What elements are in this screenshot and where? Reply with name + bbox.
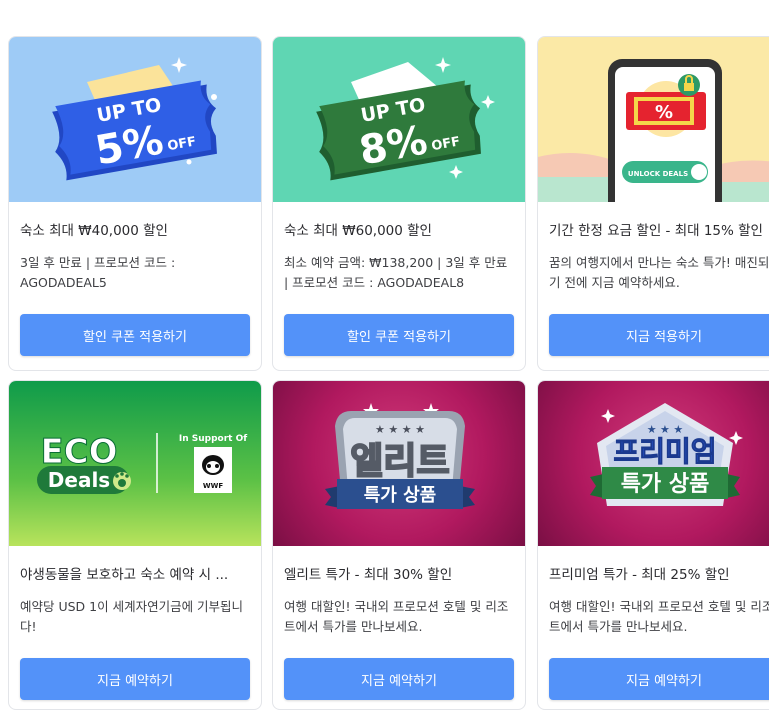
promo-title: 프리미엄 특가 - 최대 25% 할인 [549, 567, 730, 583]
promo-banner-5[interactable]: ★ ★ ★ ★ 엘리트 특가 상품 [273, 381, 525, 546]
promo-description: 예약당 USD 1이 세계자연기금에 기부됩니다! [20, 599, 244, 634]
in-support-of-label: In Support Of [179, 434, 247, 444]
button-label: 지금 예약하기 [97, 673, 173, 689]
book-now-button[interactable]: 지금 예약하기 [284, 658, 514, 700]
promo-banner-4[interactable]: ECO Deals In Support Of WWF [9, 381, 261, 546]
deals-text: Deals [48, 468, 110, 492]
unlock-deals-label: UNLOCK DEALS [628, 170, 688, 178]
promo-card-4[interactable]: ECO Deals In Support Of WWF 야생동물을 보호하고 숙… [8, 380, 262, 710]
coupon-ticket-illustration: UP TO 5% OFF [52, 57, 217, 181]
promo-card-5[interactable]: ★ ★ ★ ★ 엘리트 특가 상품 엘리트 특가 - 최대 30% 할인 여행 … [272, 380, 526, 710]
promo-description: 여행 대할인! 국내외 프로모션 호텔 및 리조트에서 특가를 만나보세요. [284, 599, 509, 634]
apply-coupon-button[interactable]: 할인 쿠폰 적용하기 [284, 314, 514, 356]
promo-title: 야생동물을 보호하고 숙소 예약 시 ... [20, 567, 229, 583]
apply-coupon-button[interactable]: 할인 쿠폰 적용하기 [20, 314, 250, 356]
panda-icon [202, 455, 224, 475]
phone-deals-illustration: % UNLOCK DEALS [538, 59, 769, 202]
button-label: 할인 쿠폰 적용하기 [83, 329, 187, 345]
promo-card-6[interactable]: ★ ★ ★ 프리미엄 특가 상품 프리미엄 특가 - 최대 25% 할인 여행 … [537, 380, 769, 710]
promo-banner-6[interactable]: ★ ★ ★ 프리미엄 특가 상품 [538, 381, 769, 546]
apply-now-button[interactable]: 지금 적용하기 [549, 314, 769, 356]
premium-heading: 프리미엄 [613, 435, 716, 468]
button-label: 지금 예약하기 [361, 673, 437, 689]
book-now-button[interactable]: 지금 예약하기 [20, 658, 250, 700]
promo-description: 3일 후 만료 | 프로모션 코드 : AGODADEAL5 [20, 255, 176, 290]
premium-subheading: 특가 상품 [621, 472, 710, 497]
promo-title: 숙소 최대 ₩40,000 할인 [20, 223, 168, 239]
button-label: 지금 적용하기 [626, 329, 702, 345]
elite-badge-illustration: ★ ★ ★ ★ 엘리트 특가 상품 [325, 403, 475, 509]
promo-card-3[interactable]: % UNLOCK DEALS 기간 한정 요금 할인 - 최대 15% 할인 꿈… [537, 36, 769, 371]
percent-glyph: % [655, 102, 673, 123]
promo-card-1[interactable]: UP TO 5% OFF 숙소 최대 ₩40,000 할인 3일 후 만료 | … [8, 36, 262, 371]
promo-card-2[interactable]: UP TO 8% OFF 숙소 최대 ₩60,000 할인 최소 예약 금액: … [272, 36, 526, 371]
promo-title: 엘리트 특가 - 최대 30% 할인 [284, 567, 453, 583]
promo-title: 숙소 최대 ₩60,000 할인 [284, 223, 432, 239]
button-label: 할인 쿠폰 적용하기 [347, 329, 451, 345]
promo-banner-3[interactable]: % UNLOCK DEALS [538, 37, 769, 202]
coupon-ticket-illustration: UP TO 8% OFF [316, 57, 495, 181]
promo-banner-1[interactable]: UP TO 5% OFF [9, 37, 261, 202]
elite-subheading: 특가 상품 [364, 485, 437, 506]
elite-heading: 엘리트 [350, 441, 449, 482]
shield-star-icon: ★ ★ ★ ★ [375, 423, 425, 436]
book-now-button[interactable]: 지금 예약하기 [549, 658, 769, 700]
promo-description: 최소 예약 금액: ₩138,200 | 3일 후 만료 | 프로모션 코드 :… [284, 255, 508, 290]
wwf-label: WWF [203, 482, 223, 490]
promo-description: 여행 대할인! 국내외 프로모션 호텔 및 리조트에서 특가를 만나보세요. [549, 599, 769, 634]
eco-deals-logo: ECO Deals In Support Of WWF [37, 432, 247, 494]
paw-icon [113, 472, 131, 490]
promo-description: 꿈의 여행지에서 만나는 숙소 특가! 매진되기 전에 지금 예약하세요. [549, 255, 769, 290]
button-label: 지금 예약하기 [626, 673, 702, 689]
promo-title: 기간 한정 요금 할인 - 최대 15% 할인 [549, 223, 763, 239]
premium-badge-illustration: ★ ★ ★ 프리미엄 특가 상품 [590, 403, 743, 506]
promo-banner-2[interactable]: UP TO 8% OFF [273, 37, 525, 202]
